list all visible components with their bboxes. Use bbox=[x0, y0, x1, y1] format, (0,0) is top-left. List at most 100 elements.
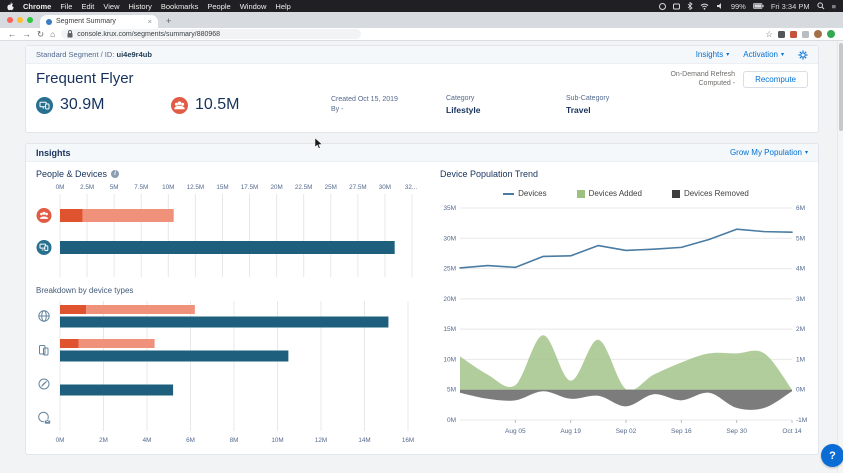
profile-avatar[interactable] bbox=[814, 30, 822, 38]
svg-text:Aug 05: Aug 05 bbox=[505, 428, 526, 435]
area-swatch-icon bbox=[576, 189, 585, 198]
extension-icon[interactable] bbox=[790, 30, 797, 38]
tab-close-icon[interactable]: × bbox=[148, 17, 152, 26]
browser-tab[interactable]: Segment Summary × bbox=[40, 15, 158, 28]
menu-help[interactable]: Help bbox=[275, 2, 290, 11]
page-title: Frequent Flyer bbox=[36, 70, 134, 87]
spotlight-icon[interactable] bbox=[817, 2, 825, 10]
svg-text:27.5M: 27.5M bbox=[349, 184, 367, 191]
status-display-icon[interactable] bbox=[672, 3, 680, 10]
devices-stat: 30.9M bbox=[36, 96, 171, 114]
svg-text:2M: 2M bbox=[99, 437, 108, 444]
zoom-window-button[interactable] bbox=[27, 17, 33, 23]
insights-card: Insights Grow My Population ▾ People & D… bbox=[25, 143, 819, 455]
other-icon bbox=[38, 411, 51, 425]
trend-legend: Devices Devices Added Devices Removed bbox=[434, 189, 818, 198]
minimize-window-button[interactable] bbox=[17, 17, 23, 23]
lock-icon bbox=[67, 30, 73, 38]
menu-history[interactable]: History bbox=[129, 2, 152, 11]
legend-devices[interactable]: Devices bbox=[503, 189, 547, 198]
activation-menu-button[interactable]: Activation ▾ bbox=[743, 50, 784, 59]
back-icon[interactable]: ← bbox=[8, 30, 17, 39]
svg-text:0M: 0M bbox=[56, 437, 65, 444]
chevron-down-icon: ▾ bbox=[726, 52, 730, 58]
line-swatch-icon bbox=[503, 192, 515, 195]
svg-text:16M: 16M bbox=[402, 437, 414, 444]
recompute-button[interactable]: Recompute bbox=[743, 70, 808, 88]
notification-center-icon[interactable]: ≡ bbox=[832, 2, 836, 11]
svg-text:10M: 10M bbox=[271, 437, 283, 444]
svg-text:30M: 30M bbox=[379, 184, 391, 191]
gear-icon[interactable] bbox=[798, 49, 808, 60]
svg-text:32...: 32... bbox=[405, 184, 418, 191]
bluetooth-icon[interactable] bbox=[687, 2, 693, 10]
battery-icon[interactable] bbox=[752, 3, 764, 9]
chrome-update-icon[interactable] bbox=[827, 30, 835, 38]
mobile-icon bbox=[39, 345, 49, 356]
svg-text:20M: 20M bbox=[270, 184, 282, 191]
svg-text:8M: 8M bbox=[230, 437, 239, 444]
trend-pane: Device Population Trend Devices Devices … bbox=[426, 162, 822, 445]
wifi-icon[interactable] bbox=[700, 3, 709, 10]
svg-text:0M: 0M bbox=[447, 417, 456, 424]
legend-devices-added[interactable]: Devices Added bbox=[576, 189, 642, 198]
status-app-icon[interactable] bbox=[658, 2, 666, 10]
menu-view[interactable]: View bbox=[103, 2, 119, 11]
info-icon[interactable]: i bbox=[111, 170, 120, 178]
devices-added-area bbox=[460, 335, 792, 391]
tab-title: Segment Summary bbox=[56, 18, 116, 25]
svg-text:2M: 2M bbox=[796, 326, 805, 333]
subcategory-label: Sub-Category bbox=[566, 94, 610, 102]
menubar-app-name[interactable]: Chrome bbox=[23, 2, 51, 11]
subcategory-meta: Sub-Category Travel bbox=[566, 94, 609, 116]
new-tab-button[interactable]: + bbox=[166, 16, 171, 28]
close-window-button[interactable] bbox=[7, 17, 13, 23]
svg-text:6M: 6M bbox=[796, 205, 805, 212]
people-icon bbox=[36, 208, 52, 223]
menu-edit[interactable]: Edit bbox=[81, 2, 94, 11]
svg-text:3M: 3M bbox=[796, 296, 805, 303]
browser-urlbar: ← → ↻ ⌂ console.krux.com/segments/summar… bbox=[0, 28, 843, 41]
home-icon[interactable]: ⌂ bbox=[50, 30, 55, 39]
reload-icon[interactable]: ↻ bbox=[37, 30, 44, 39]
people-devices-pane: People & Devices i 0M 2.5M 5M 7.5M 10M 12.5M 1… bbox=[26, 162, 426, 445]
extension-icon[interactable] bbox=[802, 30, 809, 38]
people-devices-title: People & Devices i bbox=[36, 169, 418, 179]
forward-icon[interactable]: → bbox=[23, 30, 32, 39]
svg-text:4M: 4M bbox=[796, 266, 805, 273]
volume-icon[interactable] bbox=[716, 2, 724, 10]
menu-file[interactable]: File bbox=[60, 2, 72, 11]
chevron-down-icon: ▾ bbox=[780, 52, 784, 58]
globe-icon bbox=[38, 310, 50, 322]
scrollbar-thumb[interactable] bbox=[839, 43, 843, 131]
insights-menu-button[interactable]: Insights ▾ bbox=[696, 50, 730, 59]
svg-text:1M: 1M bbox=[796, 356, 805, 363]
legend-devices-removed[interactable]: Devices Removed bbox=[671, 189, 749, 198]
category-meta: Category Lifestyle bbox=[446, 94, 566, 116]
help-button[interactable]: ? bbox=[821, 444, 843, 467]
address-bar[interactable]: console.krux.com/segments/summary/880968 bbox=[61, 29, 362, 39]
menu-bookmarks[interactable]: Bookmarks bbox=[161, 2, 199, 11]
grow-my-population-button[interactable]: Grow My Population ▾ bbox=[730, 148, 808, 157]
svg-text:15M: 15M bbox=[216, 184, 228, 191]
extension-icon[interactable] bbox=[778, 30, 785, 38]
macos-menubar: Chrome File Edit View History Bookmarks … bbox=[0, 0, 843, 12]
browser-tabstrip: Segment Summary × + bbox=[0, 12, 843, 28]
svg-text:15M: 15M bbox=[443, 326, 456, 333]
page-scrollbar[interactable] bbox=[837, 41, 843, 473]
svg-text:5M: 5M bbox=[447, 387, 456, 394]
people-stat: 10.5M bbox=[171, 96, 331, 114]
svg-text:4M: 4M bbox=[143, 437, 152, 444]
mouse-cursor bbox=[315, 138, 323, 149]
bookmark-star-icon[interactable]: ☆ bbox=[765, 30, 773, 39]
svg-text:17.5M: 17.5M bbox=[241, 184, 259, 191]
svg-text:-1M: -1M bbox=[796, 417, 807, 424]
svg-text:2.5M: 2.5M bbox=[80, 184, 94, 191]
breakdown-title: Breakdown by device types bbox=[36, 286, 134, 295]
menu-window[interactable]: Window bbox=[240, 2, 267, 11]
apple-logo-icon[interactable] bbox=[7, 1, 14, 11]
menubar-clock[interactable]: Fri 3:34 PM bbox=[771, 2, 810, 11]
menu-people[interactable]: People bbox=[207, 2, 230, 11]
category-label: Category bbox=[446, 94, 475, 102]
people-count: 10.5M bbox=[195, 96, 240, 114]
